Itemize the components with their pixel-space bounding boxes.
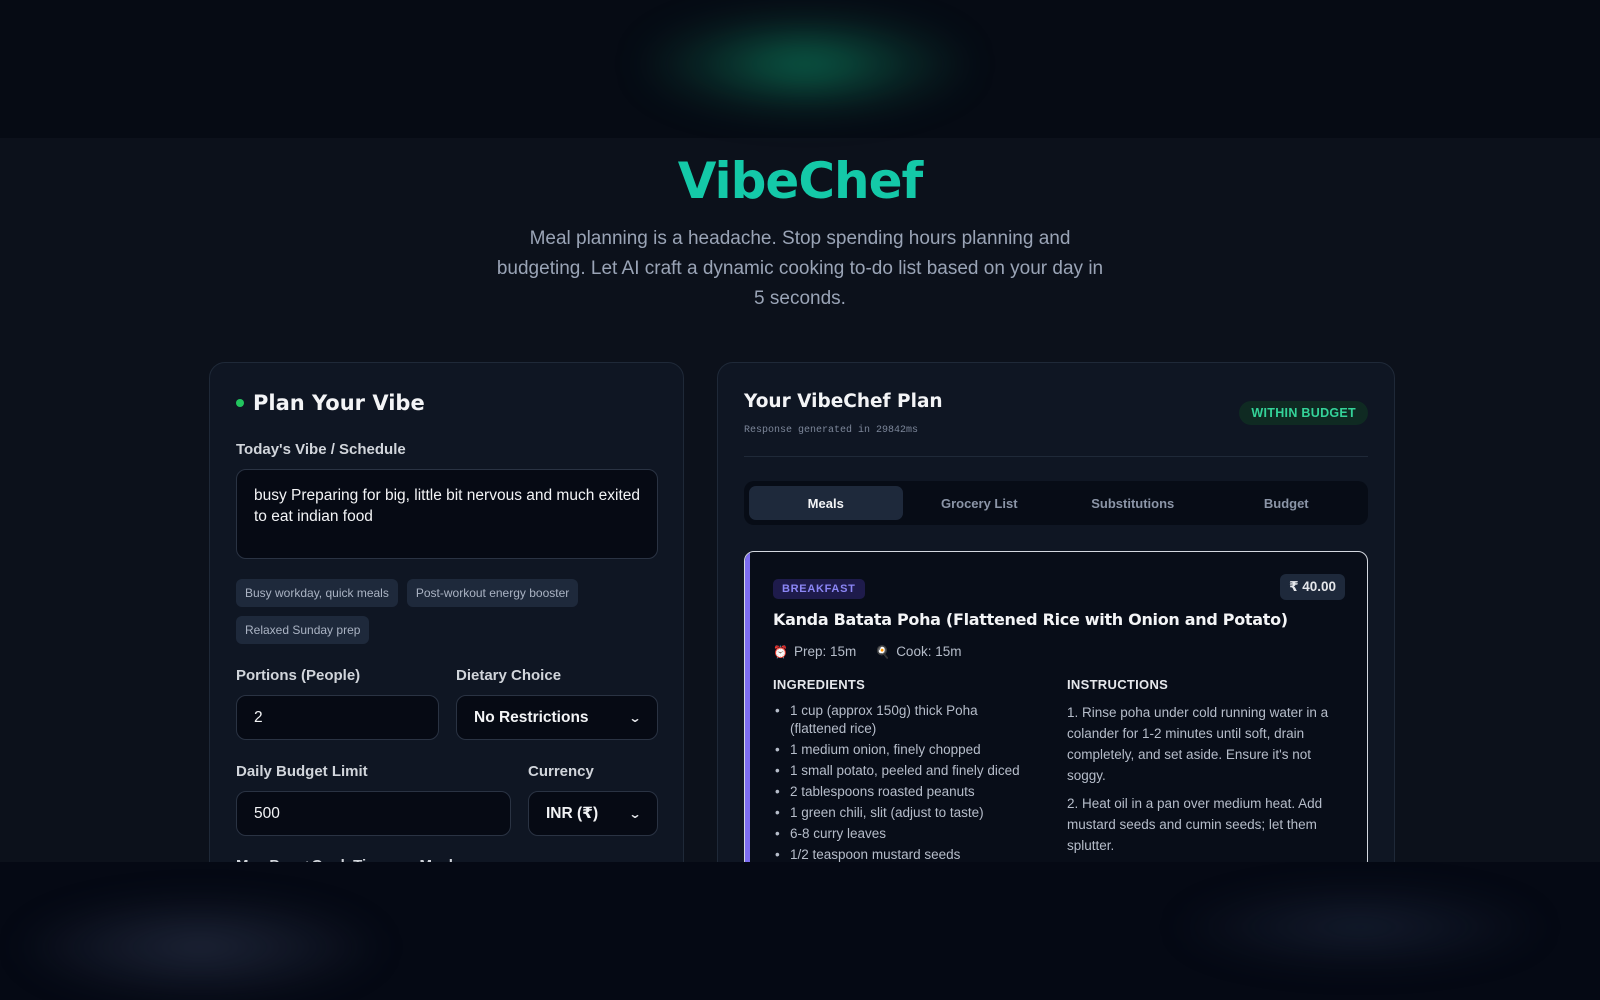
portions-label: Portions (People) <box>236 667 361 684</box>
prep-time-text: Prep: 15m <box>793 644 857 659</box>
instructions-heading: INSTRUCTIONS <box>1067 677 1169 692</box>
plan-header: Your VibeChef Plan Response generated in… <box>744 391 1368 436</box>
tab-budget[interactable]: Budget <box>1210 486 1364 520</box>
chevron-down-icon: ⌄ <box>628 806 642 821</box>
cook-time: 🍳 Cook: 15m <box>875 644 961 659</box>
instructions-column: INSTRUCTIONS 1. Rinse poha under cold ru… <box>1067 677 1343 867</box>
tab-grocery-list[interactable]: Grocery List <box>903 486 1057 520</box>
vibe-chips: Busy workday, quick meals Post-workout e… <box>236 579 666 644</box>
hero: VibeChef Meal planning is a headache. St… <box>0 152 1600 314</box>
tab-substitutions[interactable]: Substitutions <box>1056 486 1210 520</box>
ingredients-heading: INGREDIENTS <box>773 677 866 692</box>
planner-title-text: Plan Your Vibe <box>253 391 425 415</box>
portions-group: Portions (People) 2 <box>236 667 439 740</box>
bottom-overlay <box>0 862 1600 1000</box>
pan-icon: 🍳 <box>875 644 891 659</box>
budget-status-badge: WITHIN BUDGET <box>1239 401 1368 425</box>
portions-input[interactable]: 2 <box>236 695 439 740</box>
glow-decoration <box>640 14 970 114</box>
meal-columns: INGREDIENTS 1 cup (approx 150g) thick Po… <box>773 677 1345 867</box>
currency-label: Currency <box>528 763 594 780</box>
prep-time: ⏰ Prep: 15m <box>773 644 856 659</box>
currency-value: INR (₹) <box>546 805 599 822</box>
budget-input[interactable]: 500 <box>236 791 511 836</box>
timer-icon: ⏰ <box>773 644 788 659</box>
meal-name: Kanda Batata Poha (Flattened Rice with O… <box>773 610 1288 629</box>
plan-tabs: Meals Grocery List Substitutions Budget <box>744 481 1368 525</box>
vibe-textarea[interactable]: busy Preparing for big, little bit nervo… <box>236 469 658 559</box>
plan-title: Your VibeChef Plan <box>744 391 943 412</box>
list-item: 1 cup (approx 150g) thick Poha (flattene… <box>773 702 1037 737</box>
diet-label: Dietary Choice <box>456 667 562 684</box>
meal-top-row: BREAKFAST ₹ 40.00 <box>773 574 1345 600</box>
meal-card: BREAKFAST ₹ 40.00 Kanda Batata Poha (Fla… <box>744 551 1368 871</box>
tab-meals[interactable]: Meals <box>749 486 903 520</box>
budget-value: 500 <box>254 804 280 822</box>
meal-price: ₹ 40.00 <box>1280 574 1345 600</box>
header-divider <box>744 456 1368 457</box>
instruction-step: 1. Rinse poha under cold running water i… <box>1067 705 1329 783</box>
tagline: Meal planning is a headache. Stop spendi… <box>496 228 1104 309</box>
budget-group: Daily Budget Limit 500 <box>236 763 511 836</box>
list-item: 1 small potato, peeled and finely diced <box>773 762 1037 780</box>
portions-diet-row: Portions (People) 2 Dietary Choice No Re… <box>236 667 658 740</box>
top-banner <box>0 0 1600 138</box>
portions-value: 2 <box>254 708 263 726</box>
currency-select[interactable]: INR (₹) ⌄ <box>528 791 658 836</box>
diet-value: No Restrictions <box>474 708 589 726</box>
instruction-step: 2. Heat oil in a pan over medium heat. A… <box>1067 796 1323 853</box>
currency-group: Currency INR (₹) ⌄ <box>528 763 658 836</box>
chip-post-workout[interactable]: Post-workout energy booster <box>406 579 579 607</box>
list-item: 6-8 curry leaves <box>773 825 1037 843</box>
meal-timings: ⏰ Prep: 15m 🍳 Cook: 15m <box>773 644 1345 659</box>
ingredients-list: 1 cup (approx 150g) thick Poha (flattene… <box>773 702 1037 863</box>
chip-busy-workday[interactable]: Busy workday, quick meals <box>236 579 398 607</box>
status-dot-icon <box>236 399 244 407</box>
chip-relaxed-sunday[interactable]: Relaxed Sunday prep <box>236 616 370 644</box>
budget-label: Daily Budget Limit <box>236 763 368 780</box>
planner-title: Plan Your Vibe <box>236 391 657 415</box>
meal-accent-bar <box>745 552 750 870</box>
vibe-label: Today's Vibe / Schedule <box>236 441 406 458</box>
meal-type-badge: BREAKFAST <box>773 579 865 599</box>
list-item: 1 medium onion, finely chopped <box>773 741 1037 759</box>
diet-group: Dietary Choice No Restrictions ⌄ <box>456 667 658 740</box>
diet-select[interactable]: No Restrictions ⌄ <box>456 695 658 740</box>
plan-panel: Your VibeChef Plan Response generated in… <box>717 362 1395 922</box>
planner-panel: Plan Your Vibe Today's Vibe / Schedule b… <box>209 362 684 922</box>
ingredients-column: INGREDIENTS 1 cup (approx 150g) thick Po… <box>773 677 1037 867</box>
chevron-down-icon: ⌄ <box>628 710 642 725</box>
cook-time-text: Cook: 15m <box>896 644 962 659</box>
list-item: 1/2 teaspoon mustard seeds <box>773 846 1037 864</box>
response-time: Response generated in 29842ms <box>744 425 919 436</box>
budget-currency-row: Daily Budget Limit 500 Currency INR (₹) … <box>236 763 658 836</box>
list-item: 1 green chili, slit (adjust to taste) <box>773 804 1037 822</box>
brand-title: VibeChef <box>677 152 924 210</box>
list-item: 2 tablespoons roasted peanuts <box>773 783 1037 801</box>
